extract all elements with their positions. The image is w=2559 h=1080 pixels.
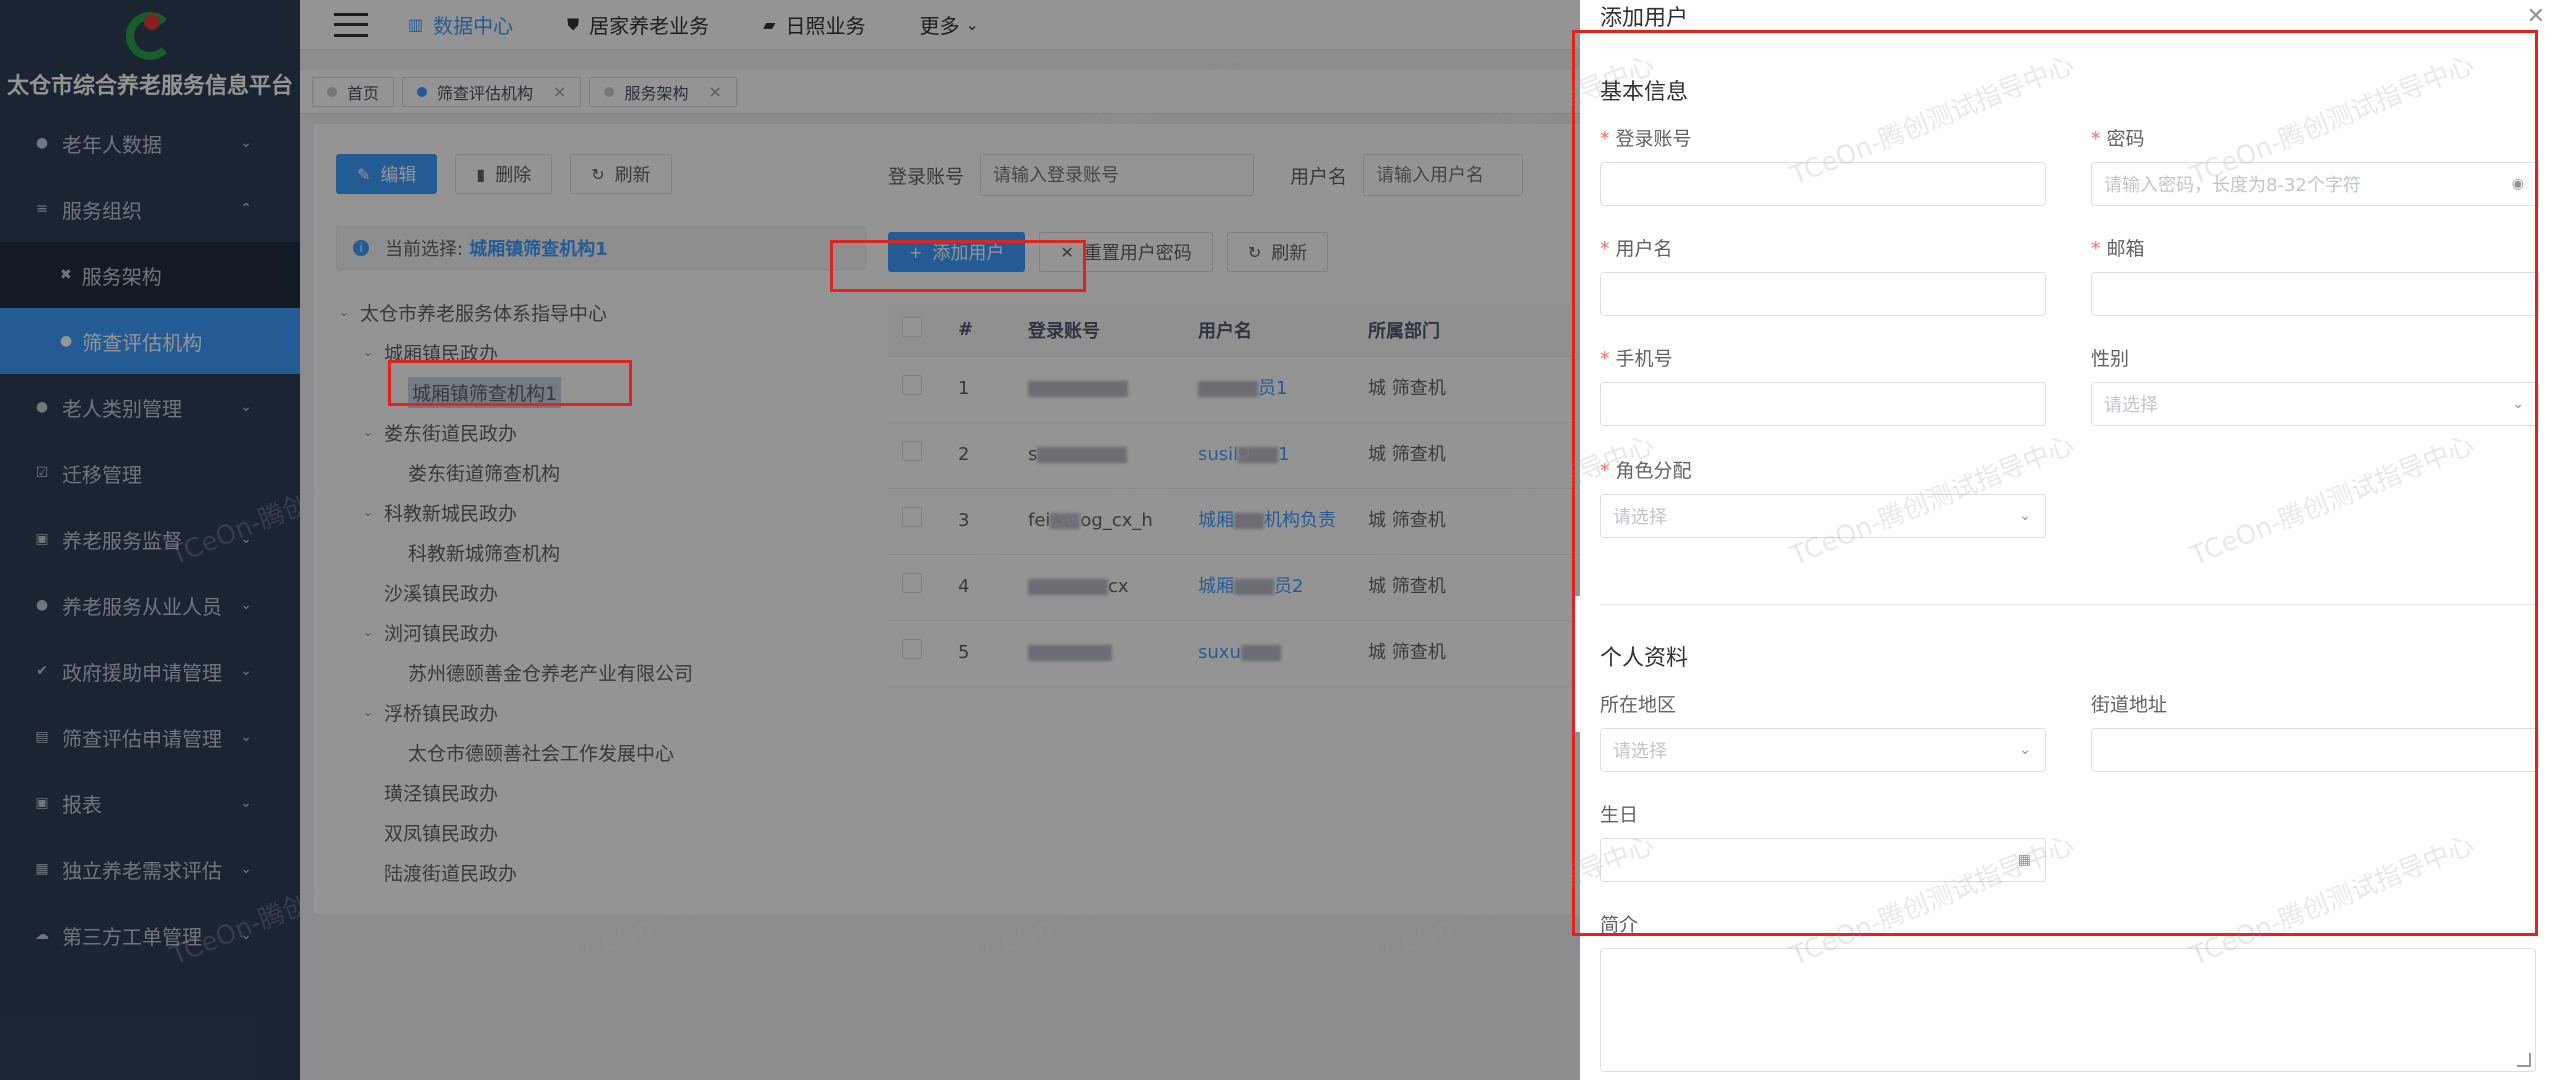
close-icon[interactable]: ✕	[2527, 4, 2545, 29]
bio-textarea[interactable]	[1600, 948, 2536, 1072]
annotation-highlight-tree-node	[388, 360, 632, 406]
add-user-drawer: 添加用户 ✕ 基本信息 * 登录账号 * 密码 请输入密码，长度为8-32个字符 ◉…	[1572, 0, 2559, 1080]
resize-grip-icon[interactable]	[2517, 1053, 2531, 1067]
drawer-title: 添加用户	[1600, 6, 1689, 31]
annotation-highlight-form	[1572, 30, 2538, 936]
modal-overlay[interactable]	[0, 0, 1580, 1080]
annotation-highlight-add-user	[830, 240, 1086, 292]
